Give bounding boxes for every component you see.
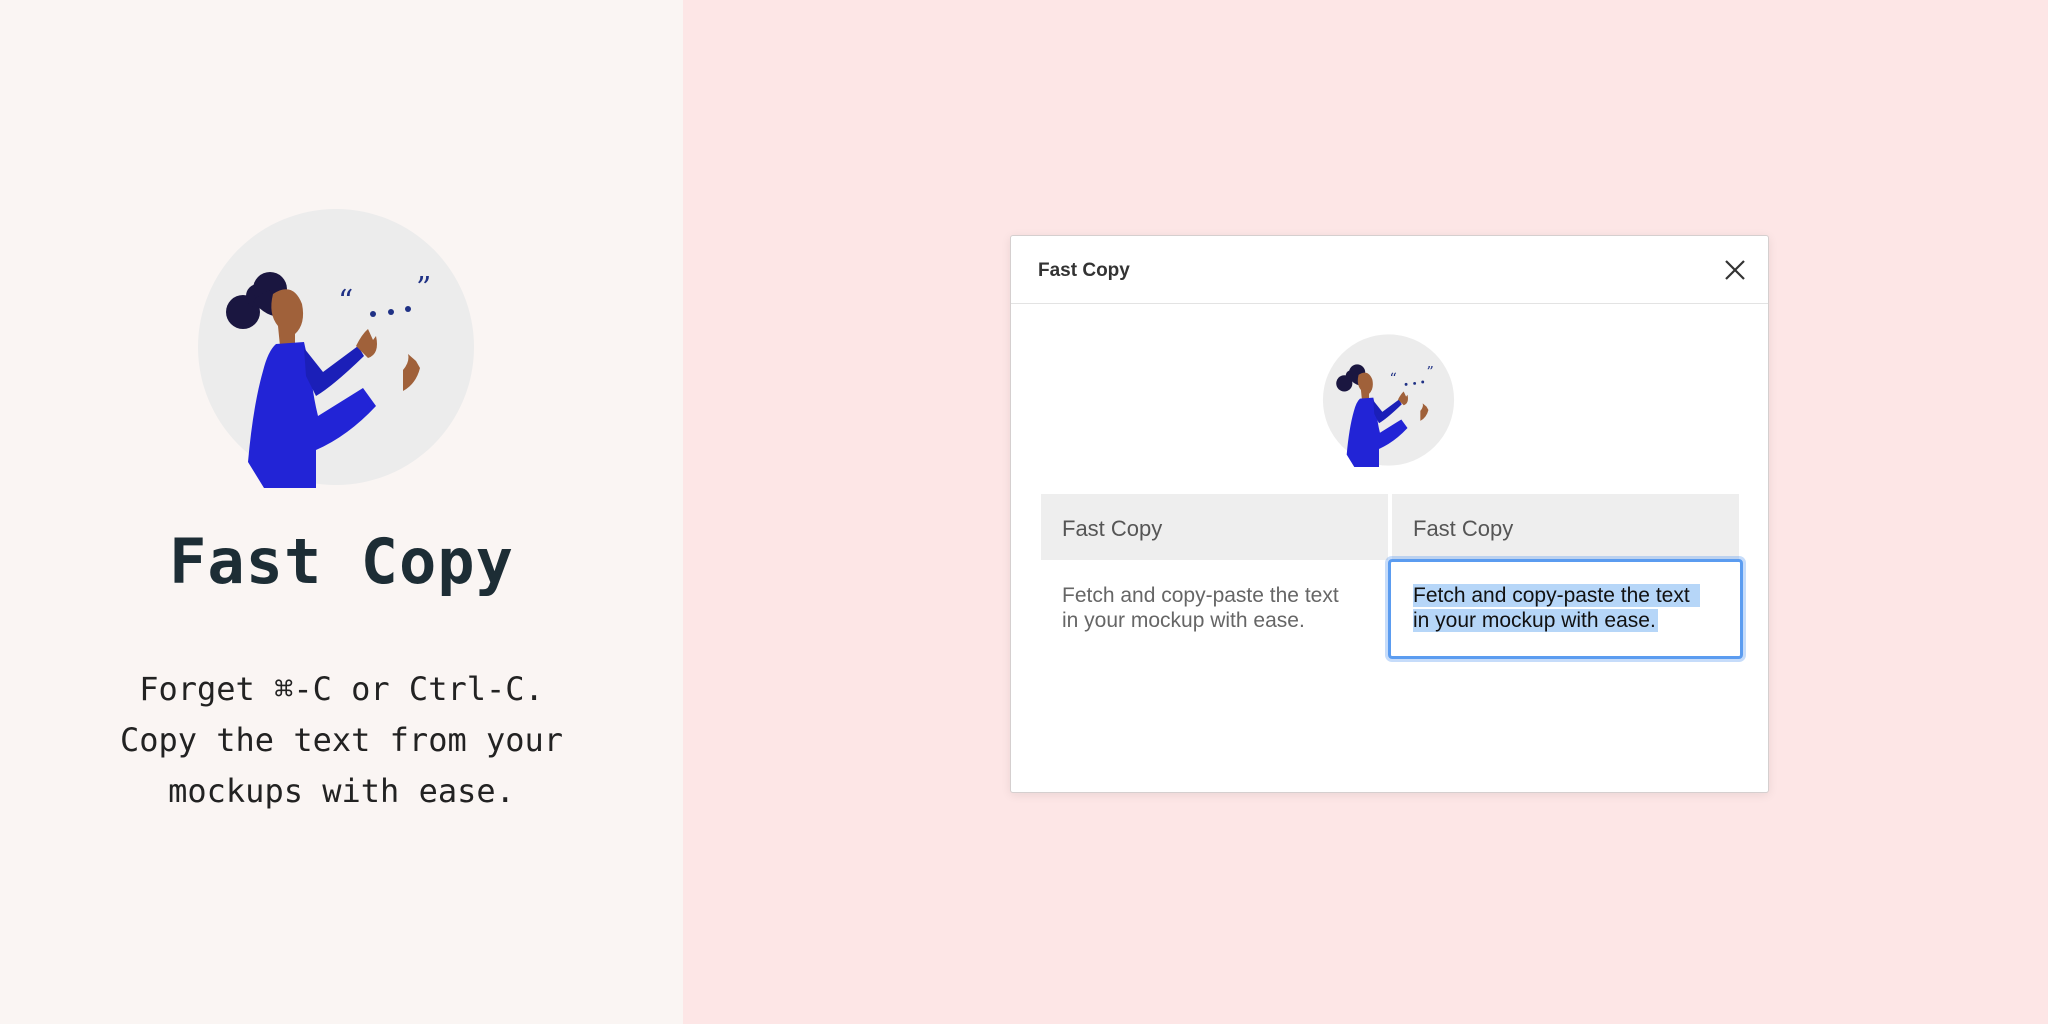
hero-description: Forget ⌘-C or Ctrl-C. Copy the text from… — [60, 664, 623, 817]
dialog-header: Fast Copy — [1011, 236, 1768, 304]
fast-copy-dialog: Fast Copy “ ” Fast Copy Fast Copy Fetch … — [1010, 235, 1769, 793]
cell-text-line: Fetch and copy-paste the text — [1062, 584, 1339, 607]
person-speaking-illustration: “ ” — [1322, 334, 1455, 467]
svg-text:”: ” — [416, 271, 431, 306]
description-line: Forget ⌘-C or Ctrl-C. — [139, 670, 544, 708]
hero-title: Fast Copy — [169, 525, 514, 598]
selected-text: Fetch and copy-paste the text — [1413, 584, 1700, 607]
svg-text:”: ” — [1427, 365, 1434, 381]
dialog-title: Fast Copy — [1038, 260, 1130, 281]
dialog-illustration: “ ” — [1322, 333, 1455, 467]
table-cell[interactable]: Fetch and copy-paste the text in your mo… — [1041, 560, 1388, 658]
left-panel: “ ” Fast Copy Forget ⌘-C or Ctrl-C. Copy… — [0, 0, 683, 1024]
table-header-cell: Fast Copy — [1041, 494, 1388, 560]
selected-text: in your mockup with ease. — [1413, 609, 1658, 632]
cell-text-line: in your mockup with ease. — [1062, 609, 1305, 632]
description-line: mockups with ease. — [168, 772, 515, 810]
hero-illustration: “ ” — [198, 206, 474, 488]
close-button[interactable] — [1721, 256, 1749, 284]
description-line: Copy the text from your — [119, 721, 564, 759]
selected-table-cell[interactable]: Fetch and copy-paste the text in your mo… — [1388, 559, 1743, 659]
close-icon — [1725, 260, 1745, 280]
person-speaking-illustration: “ ” — [198, 209, 474, 488]
svg-text:“: “ — [338, 284, 353, 319]
svg-text:“: “ — [1389, 371, 1396, 387]
table-header-cell: Fast Copy — [1392, 494, 1739, 560]
